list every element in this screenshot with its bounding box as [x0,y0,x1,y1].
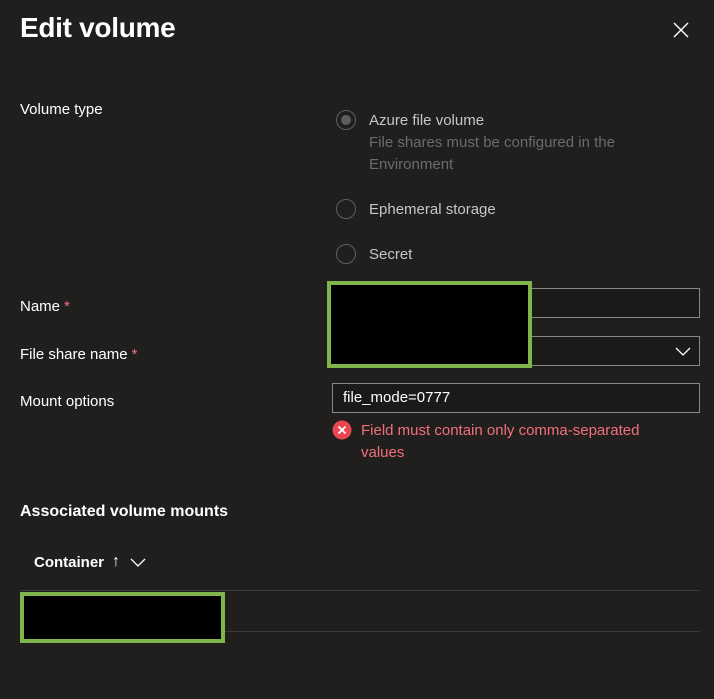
radio-ephemeral-storage[interactable]: Ephemeral storage [336,199,496,221]
required-mark: * [131,346,138,363]
radio-button[interactable] [336,199,356,219]
associated-mounts-title: Associated volume mounts [20,503,229,520]
radio-label: Azure file volume [369,112,485,129]
mount-options-input[interactable]: file_mode=0777 [332,383,700,413]
name-label: Name * [20,297,70,317]
redacted-region [20,592,225,643]
required-mark: * [64,298,70,315]
volume-type-label: Volume type [20,101,103,118]
radio-label: Secret [369,246,413,263]
file-share-name-label: File share name * [20,345,137,365]
dialog-title: Edit volume [20,12,176,43]
mount-options-error: Field must contain only comma-separated … [332,420,681,464]
container-column-header[interactable]: Container ↑ [34,553,146,571]
mount-options-label: Mount options [20,393,115,410]
table-divider [20,590,700,591]
chevron-down-icon[interactable] [130,554,146,570]
error-message: Field must contain only comma-separated … [361,422,640,461]
chevron-down-icon [675,347,691,356]
error-circle-icon [332,420,352,440]
radio-description: File shares must be configured in the En… [369,134,615,173]
radio-azure-file-volume[interactable]: Azure file volume File shares must be co… [336,110,659,176]
edit-volume-panel: Edit volume Volume type Azure file volum… [0,0,714,699]
radio-secret[interactable]: Secret [336,244,412,266]
name-label-text: Name [20,298,61,315]
file-share-name-label-text: File share name [20,346,128,363]
redacted-region [327,281,532,368]
sort-ascending-icon: ↑ [112,553,121,570]
radio-button[interactable] [336,244,356,264]
radio-button-checked[interactable] [336,110,356,130]
column-header-label: Container [34,553,105,571]
radio-label: Ephemeral storage [369,201,496,218]
close-icon[interactable] [670,19,692,41]
